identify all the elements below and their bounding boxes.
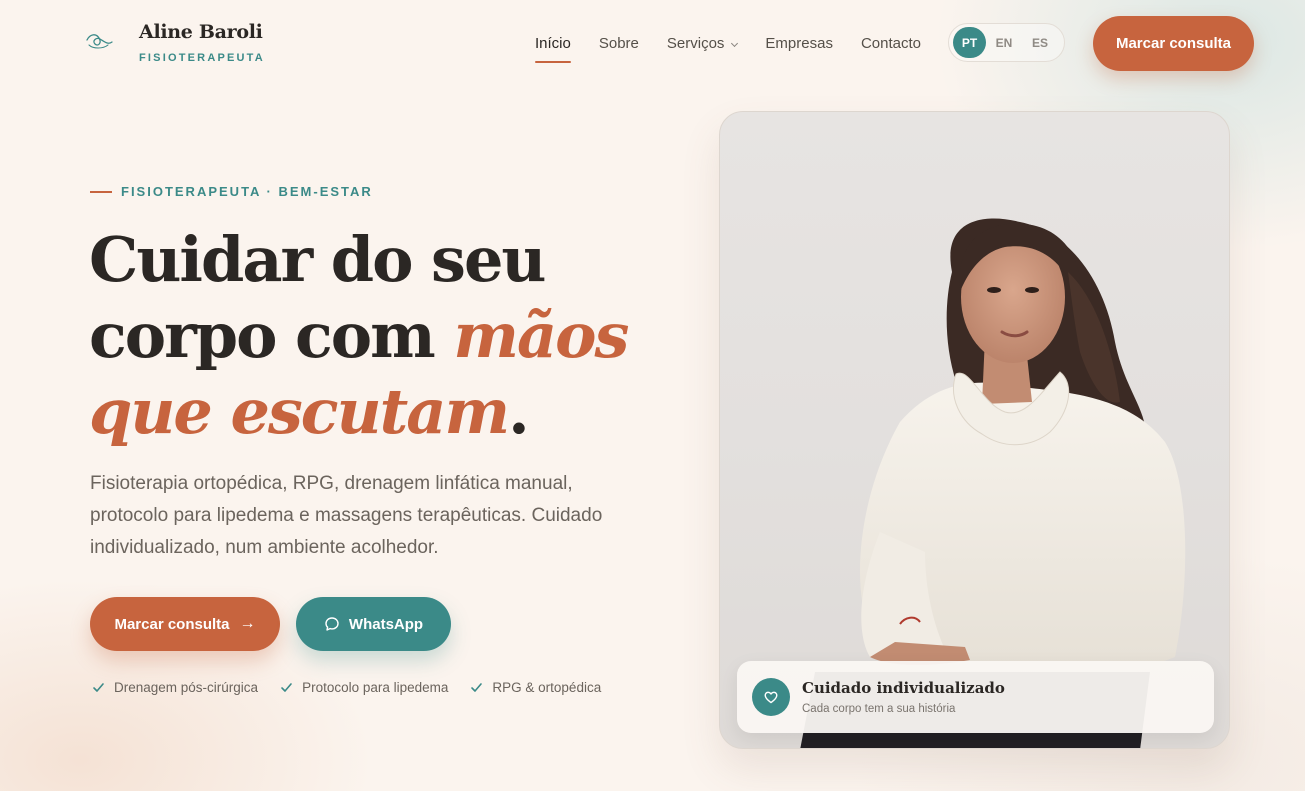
check-icon [471,683,483,692]
check-item: Drenagem pós-cirúrgica [92,680,258,695]
brand-name: Aline Baroli [139,21,263,43]
caption-text: Cuidado individualizado Cada corpo tem a… [802,679,1005,715]
caption-title: Cuidado individualizado [802,679,1005,697]
nav-item-sobre[interactable]: Sobre [599,33,639,63]
check-label: RPG & ortopédica [492,680,602,695]
nav-item-empresas[interactable]: Empresas [765,33,833,63]
check-label: Drenagem pós-cirúrgica [114,680,259,695]
hero-lead: Fisioterapia ortopédica, RPG, drenagem l… [90,473,603,558]
caption-subtitle: Cada corpo tem a sua história [802,703,956,715]
check-item: RPG & ortopédica [470,680,601,695]
spiral-leaf-icon [86,34,113,49]
check-item: Protocolo para lipedema [280,680,448,695]
brand-tagline: FISIOTERAPEUTA [139,52,265,64]
eyebrow-text: FISIOTERAPEUTA · BEM-ESTAR [121,184,373,199]
headline-accent-1: mãos [453,299,629,372]
lang-option-pt[interactable]: PT [953,27,986,58]
heart-icon [752,678,790,716]
headline-line-1: Cuidar do seu [89,223,546,296]
hero-eyebrow: FISIOTERAPEUTA · BEM-ESTAR [90,184,373,199]
main-nav: Início Sobre Serviços Empresas Contacto [535,33,949,63]
headline-period: . [508,375,530,448]
portrait-photo [800,218,1186,748]
nav-item-servicos-label: Serviços [666,35,725,52]
brand-logo[interactable]: Aline Baroli FISIOTERAPEUTA [84,22,265,64]
chat-bubble-icon [325,617,339,631]
eyebrow-line [90,190,112,193]
header-book-button[interactable]: Marcar consulta [1093,16,1254,71]
book-consultation-label: Marcar consulta [114,615,230,633]
nav-item-servicos[interactable]: Serviços [666,33,739,63]
site-header: Aline Baroli FISIOTERAPEUTA Início Sobre… [0,0,1305,86]
portrait-card: Cuidado individualizado Cada corpo tem a… [719,111,1230,749]
portrait-caption: Cuidado individualizado Cada corpo tem a… [737,661,1214,733]
heart-icon-shape [764,691,778,704]
headline-accent-2: que escutam [89,375,510,448]
check-label: Protocolo para lipedema [302,680,449,695]
feature-checks: Drenagem pós-cirúrgica Protocolo para li… [92,680,623,695]
chevron-down-icon [731,39,739,48]
check-icon [93,683,104,692]
nav-item-inicio[interactable]: Início [535,33,571,63]
arrow-right-icon: → [239,615,256,632]
whatsapp-label: WhatsApp [348,615,424,633]
nav-item-contacto[interactable]: Contacto [861,33,921,63]
check-icon [281,683,292,692]
lang-option-es[interactable]: ES [1022,27,1058,58]
whatsapp-button[interactable]: WhatsApp [296,597,451,651]
book-consultation-button[interactable]: Marcar consulta → [90,597,280,651]
hero-headline: Cuidar do seu corpo com mãos que escutam. [89,222,649,450]
headline-line-2: corpo com [89,299,454,372]
brand-text: Aline Baroli FISIOTERAPEUTA [139,22,265,64]
language-switcher: PT EN ES [948,23,1065,62]
lang-option-en[interactable]: EN [986,27,1022,58]
